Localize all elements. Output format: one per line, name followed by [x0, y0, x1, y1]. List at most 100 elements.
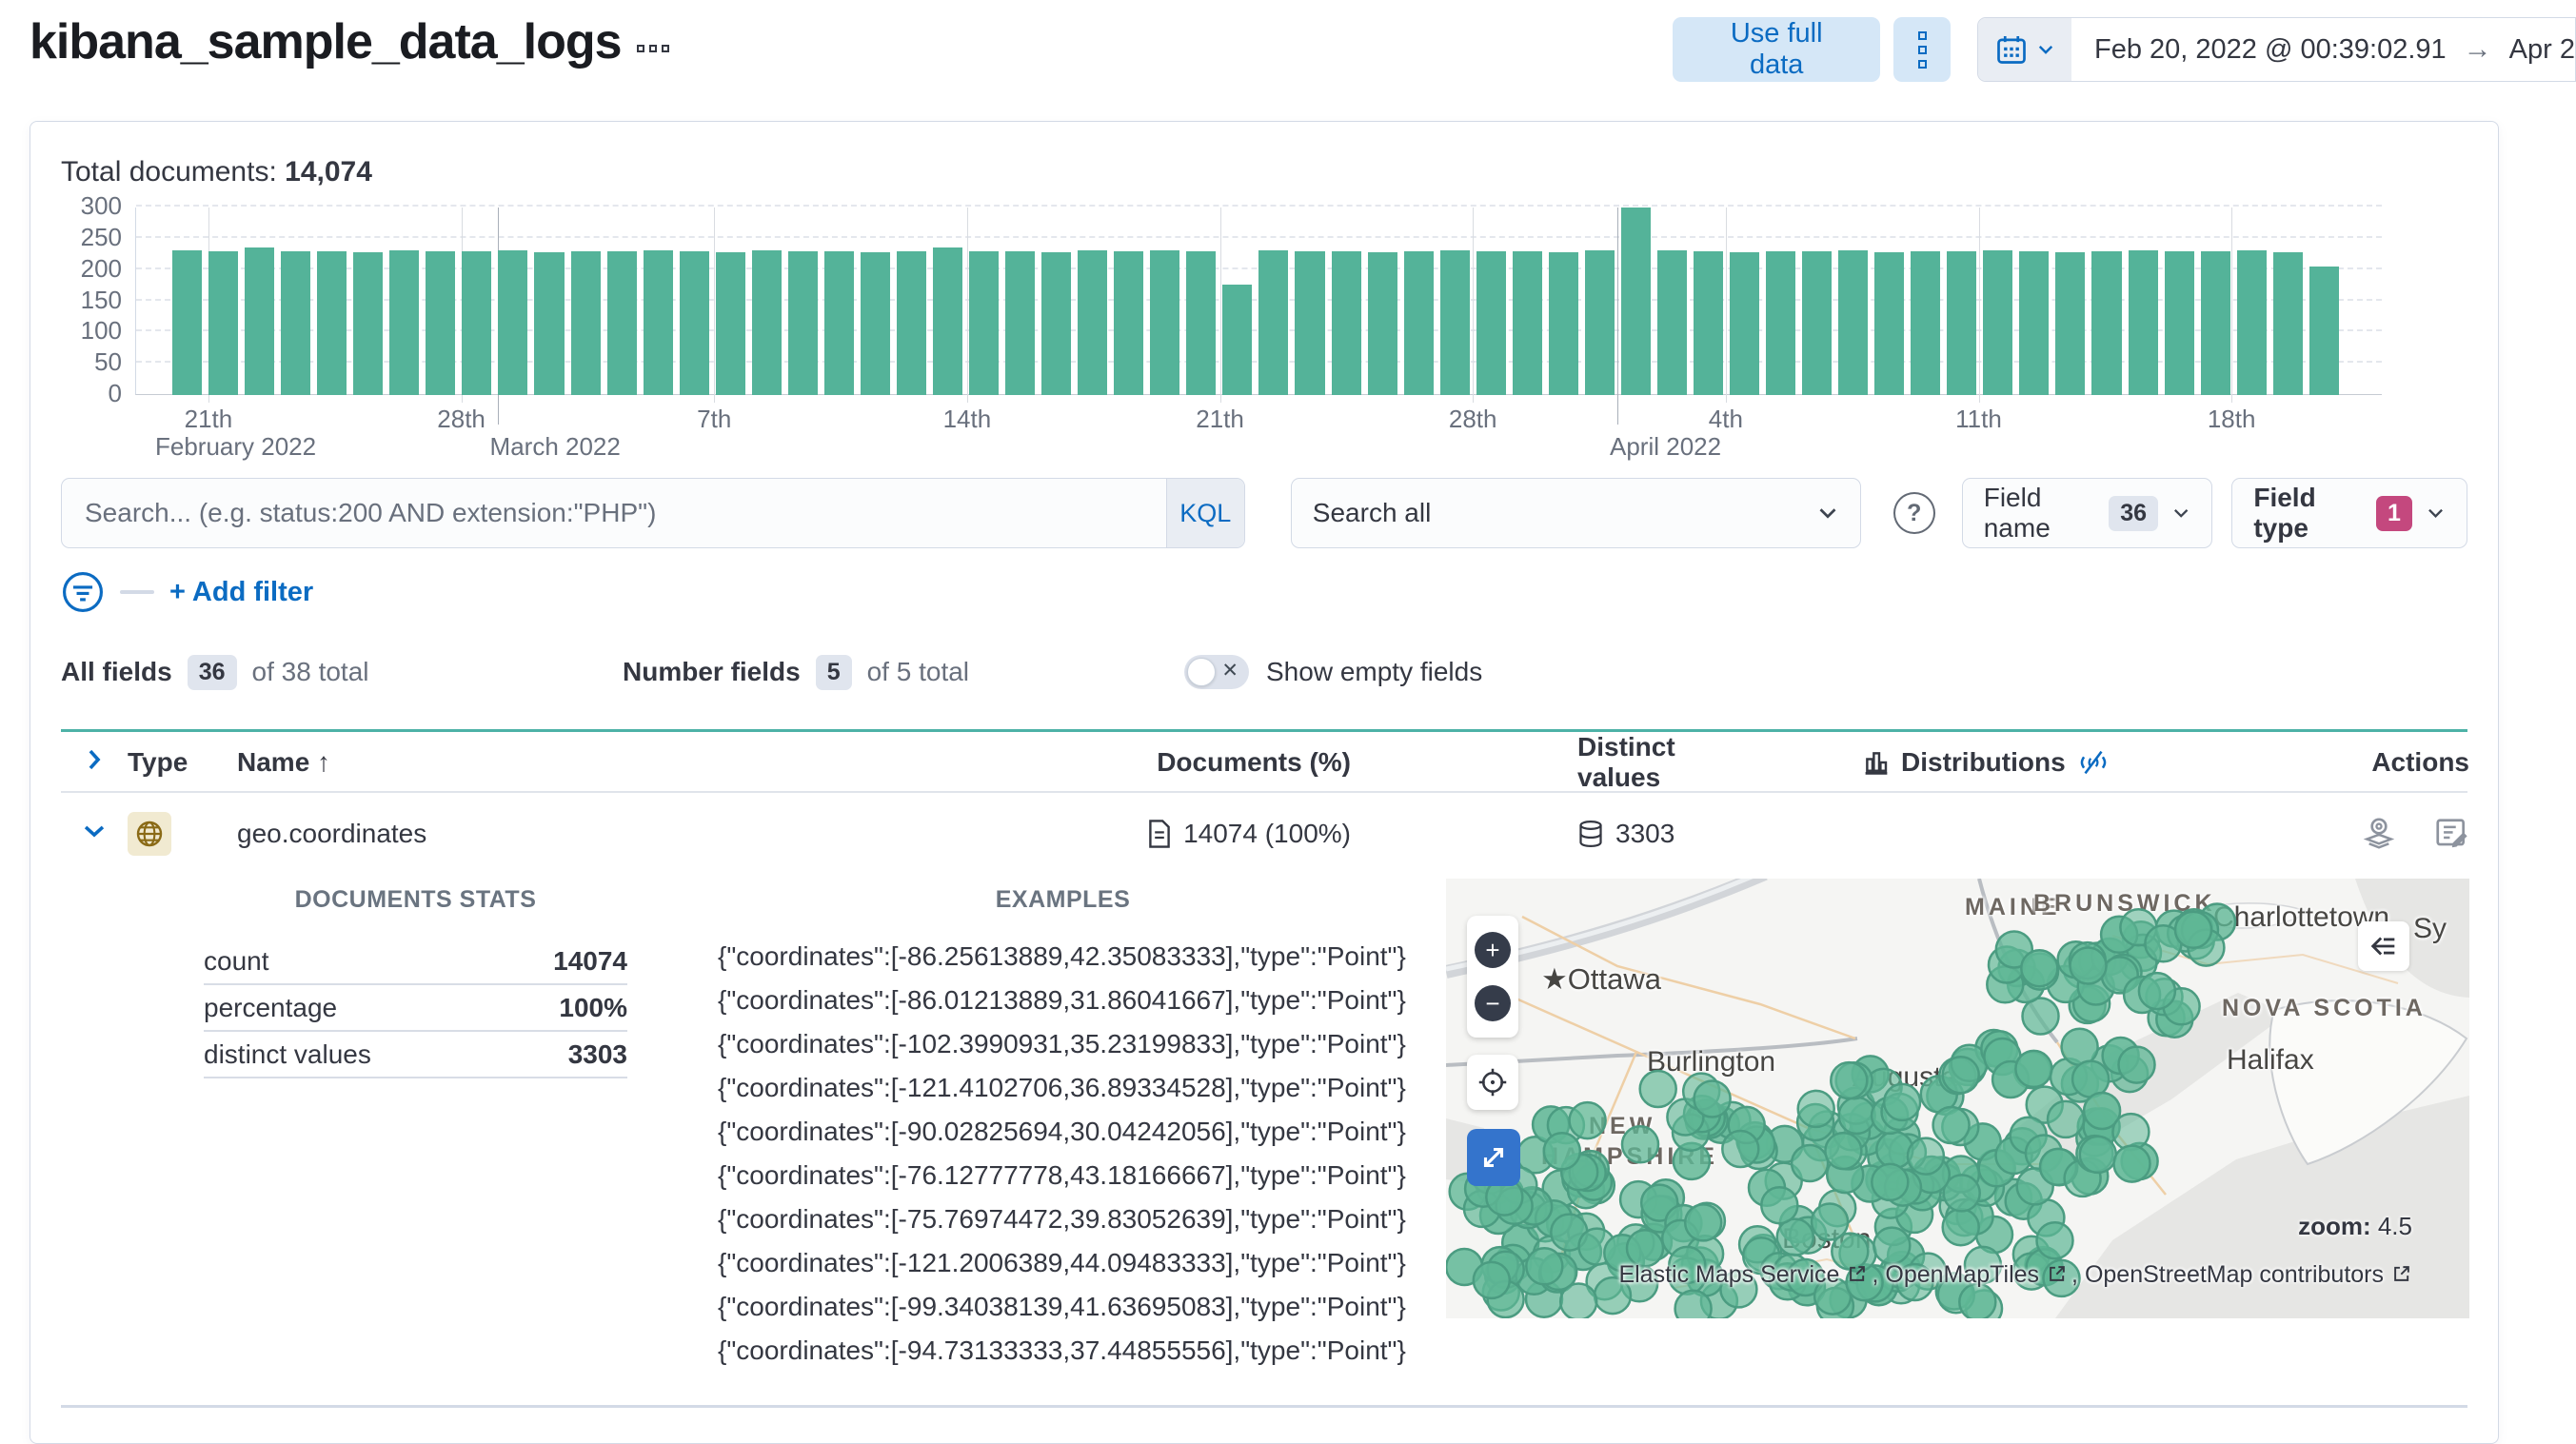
all-fields-label: All fields — [61, 657, 172, 686]
expand-all-button[interactable] — [82, 747, 107, 779]
external-link-icon — [2050, 1266, 2065, 1281]
histogram-bar — [2019, 250, 2050, 395]
histogram-bar — [1838, 250, 1869, 395]
zoom-out-button[interactable]: − — [1475, 984, 1511, 1021]
header-name[interactable]: Name ↑ — [237, 747, 999, 778]
histogram-bar — [1656, 250, 1687, 395]
x-axis-day-tick: 11th — [1955, 405, 2002, 433]
histogram-bar — [1911, 250, 1941, 395]
histogram-bar — [1620, 208, 1651, 395]
geo-map[interactable]: ★OttawaBurlingtonAugustaBostonCharlottet… — [1446, 879, 2469, 1318]
all-fields-total: of 38 total — [251, 657, 369, 686]
search-input[interactable] — [62, 479, 1166, 547]
attribution-link[interactable]: OpenStreetMap contributors — [2085, 1261, 2384, 1288]
crosshair-icon — [1478, 1068, 1507, 1097]
documents-stats-section: DOCUMENTS STATS count 14074 percentage 100%… — [204, 879, 627, 1397]
x-axis-day-tick: 28th — [1448, 405, 1497, 433]
histogram-bar — [2200, 250, 2230, 395]
explore-in-maps-button[interactable] — [2361, 816, 2397, 852]
map-attribution: Elastic Maps Service, OpenMapTiles, Open… — [1618, 1261, 2416, 1289]
documents-stats-table: count 14074 percentage 100% distinct values 3… — [204, 939, 627, 1078]
help-icon[interactable]: ? — [1892, 492, 1935, 534]
kql-search-box: KQL — [61, 478, 1245, 548]
histogram-bar — [2236, 250, 2267, 395]
chevron-down-icon — [2428, 508, 2443, 518]
y-axis-tick: 300 — [80, 191, 122, 220]
histogram-bar — [896, 250, 926, 395]
header-actions: Actions — [2371, 747, 2469, 777]
example-item: {"coordinates":[-86.01213889,31.86041667… — [718, 985, 1406, 1015]
field-type-filter[interactable]: Field type 1 — [2231, 478, 2467, 548]
field-type-label: Field type — [2253, 483, 2316, 543]
date-arrow-icon: → — [2463, 33, 2492, 65]
add-filter-button[interactable]: + Add filter — [169, 577, 313, 608]
field-row-geo-coordinates[interactable]: geo.coordinates 14074 (100%) 3303 — [61, 793, 2467, 875]
attribution-link[interactable]: OpenMapTiles — [1885, 1261, 2039, 1288]
histogram-bar — [751, 250, 782, 395]
filter-bar: + Add filter — [61, 569, 2467, 615]
toggle-off-icon: ✕ — [1221, 660, 1238, 682]
header-distributions: Distributions — [1751, 746, 2284, 779]
histogram-icon — [1865, 752, 1888, 775]
date-start[interactable]: Feb 20, 2022 @ 00:39:02.91 — [2094, 34, 2447, 66]
date-end[interactable]: Apr 2 — [2509, 34, 2575, 66]
date-range-display[interactable]: Feb 20, 2022 @ 00:39:02.91 → Apr 2 — [2071, 18, 2575, 81]
histogram-bar — [1222, 285, 1253, 395]
hide-distributions-icon[interactable] — [2077, 746, 2110, 779]
x-axis-day-tick: 18th — [2207, 405, 2256, 433]
histogram-bar — [1476, 250, 1506, 395]
attribution-link[interactable]: Elastic Maps Service — [1618, 1261, 1839, 1288]
filter-divider — [120, 590, 154, 594]
field-detail-expanded: DOCUMENTS STATS count 14074 percentage 100%… — [61, 879, 2469, 1397]
header-type: Type — [128, 747, 188, 777]
histogram-bar — [606, 250, 637, 395]
histogram-bar — [1367, 251, 1397, 395]
y-axis-tick: 200 — [80, 253, 122, 283]
map-zoom-controls: + − — [1467, 916, 1518, 1038]
all-fields-group: All fields 36 of 38 total — [61, 654, 623, 690]
kql-language-button[interactable]: KQL — [1165, 479, 1244, 547]
map-legend-toggle-button[interactable] — [2358, 921, 2409, 971]
field-name-filter[interactable]: Field name 36 — [1961, 478, 2213, 548]
example-item: {"coordinates":[-121.4102706,36.89334528… — [718, 1073, 1406, 1102]
set-view-button[interactable] — [1476, 1065, 1510, 1099]
use-full-data-button[interactable]: Use full data — [1673, 17, 1881, 82]
histogram-bar — [1114, 250, 1144, 395]
histogram-bar — [1078, 250, 1108, 395]
date-range-picker[interactable]: Feb 20, 2022 @ 00:39:02.91 → Apr 2 — [1977, 17, 2576, 82]
filter-icon[interactable] — [61, 570, 105, 614]
histogram-bar — [1403, 250, 1434, 395]
quick-select-button[interactable] — [1978, 18, 2071, 81]
histogram-bar — [1802, 250, 1833, 395]
histogram-bars — [136, 208, 2382, 395]
histogram-bar — [1005, 250, 1036, 395]
histogram-bar — [534, 251, 565, 395]
histogram-bar — [2164, 250, 2194, 395]
fields-summary-row: All fields 36 of 38 total Number fields … — [61, 649, 2467, 695]
kebab-menu-button[interactable] — [1893, 17, 1952, 82]
show-empty-fields-label: Show empty fields — [1266, 657, 1483, 686]
title-options-icon[interactable] — [636, 45, 669, 52]
document-icon — [1149, 820, 1170, 848]
header-documents: Documents (%) — [1157, 747, 1351, 777]
zoom-in-button[interactable]: + — [1475, 932, 1511, 969]
edit-field-button[interactable] — [2433, 816, 2469, 852]
expand-map-button[interactable] — [1467, 1129, 1520, 1186]
example-item: {"coordinates":[-99.34038139,41.63695083… — [718, 1292, 1406, 1321]
histogram-bar — [1150, 250, 1180, 395]
y-axis-tick: 250 — [80, 222, 122, 251]
documents-value: 14074 (100%) — [1183, 819, 1351, 848]
all-fields-count-badge: 36 — [187, 654, 237, 690]
map-locate-control — [1467, 1055, 1518, 1110]
histogram-bar — [2091, 250, 2122, 395]
map-zoom-indicator: zoom: 4.5 — [2298, 1212, 2412, 1240]
collapse-row-button[interactable] — [82, 819, 107, 850]
show-empty-fields-toggle[interactable]: ✕ — [1184, 655, 1249, 689]
search-all-select[interactable]: Search all — [1290, 478, 1861, 548]
histogram-bar — [1693, 250, 1724, 395]
sort-asc-icon: ↑ — [317, 747, 331, 777]
documents-cell: 14074 (100%) — [1147, 819, 1351, 849]
field-name-count-badge: 36 — [2109, 495, 2158, 531]
histogram-bar — [172, 250, 203, 395]
chevron-down-icon — [1819, 508, 1836, 519]
